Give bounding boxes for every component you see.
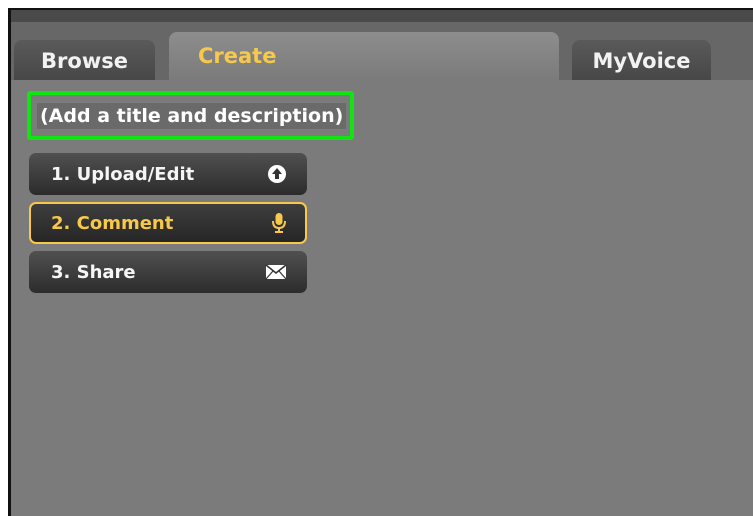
step-comment-button[interactable]: 2. Comment: [29, 202, 307, 244]
top-bar: [11, 10, 753, 22]
title-description-field[interactable]: (Add a title and description): [27, 91, 354, 140]
step-comment-label: 2. Comment: [51, 212, 174, 234]
upload-arrow-icon: [267, 164, 287, 184]
tab-myvoice-label: MyVoice: [592, 49, 691, 73]
microphone-icon: [271, 212, 287, 234]
envelope-icon: [265, 264, 287, 280]
step-upload-edit-button[interactable]: 1. Upload/Edit: [29, 153, 307, 195]
title-description-text: (Add a title and description): [37, 102, 347, 129]
tab-create[interactable]: Create: [169, 32, 559, 80]
step-share-button[interactable]: 3. Share: [29, 251, 307, 293]
tab-myvoice[interactable]: MyVoice: [572, 40, 711, 80]
tab-create-label: Create: [198, 44, 277, 68]
step-upload-edit-label: 1. Upload/Edit: [51, 163, 195, 185]
step-share-label: 3. Share: [51, 261, 136, 283]
tab-strip: Browse Create MyVoice: [11, 22, 753, 80]
tab-browse-label: Browse: [41, 49, 128, 73]
app-window: Browse Create MyVoice (Add a title and d…: [8, 8, 753, 516]
tab-browse[interactable]: Browse: [14, 40, 155, 80]
